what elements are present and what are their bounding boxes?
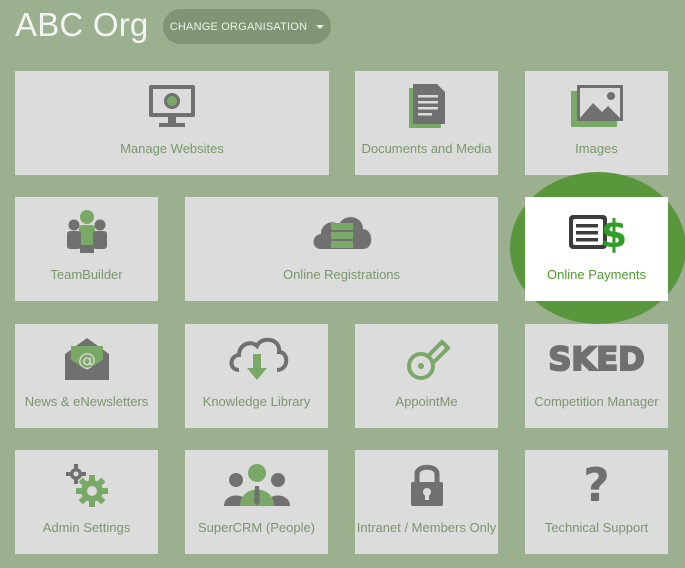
- question-glyph: ?: [583, 458, 610, 512]
- sked-logo: SKED: [525, 334, 668, 384]
- caret-down-icon: [316, 24, 325, 29]
- cloud-download-icon: [185, 334, 328, 384]
- tile-teambuilder[interactable]: TeamBuilder: [15, 197, 158, 301]
- dollar-glyph: $: [600, 212, 626, 255]
- tile-images[interactable]: Images: [525, 71, 668, 175]
- tile-label: SuperCRM (People): [197, 520, 316, 535]
- tile-knowledge-library[interactable]: Knowledge Library: [185, 324, 328, 428]
- tile-label: Knowledge Library: [202, 394, 311, 409]
- tile-label: Online Registrations: [282, 267, 401, 282]
- tile-news-enewsletters[interactable]: @ News & eNewsletters: [15, 324, 158, 428]
- document-icon: [355, 81, 498, 131]
- gears-icon: [15, 460, 158, 510]
- tile-label: Images: [575, 141, 618, 156]
- monitor-icon: [15, 81, 329, 131]
- lock-icon: [355, 460, 498, 510]
- tile-label: Technical Support: [544, 520, 649, 535]
- tile-label: Admin Settings: [42, 520, 131, 535]
- tile-appointme[interactable]: AppointMe: [355, 324, 498, 428]
- tile-label: TeamBuilder: [50, 267, 123, 282]
- whistle-icon: [355, 334, 498, 384]
- tile-label: Intranet / Members Only: [356, 520, 497, 535]
- cloud-server-icon: [185, 207, 498, 257]
- tile-label: Documents and Media: [361, 141, 492, 156]
- payment-icon: $: [525, 207, 668, 257]
- change-organisation-label: CHANGE ORGANISATION: [169, 20, 308, 33]
- tile-admin-settings[interactable]: Admin Settings: [15, 450, 158, 554]
- change-organisation-button[interactable]: CHANGE ORGANISATION: [163, 9, 331, 44]
- tile-label: Online Payments: [547, 267, 646, 282]
- envelope-icon: @: [15, 334, 158, 384]
- tile-manage-websites[interactable]: Manage Websites: [15, 71, 329, 175]
- tile-label: Competition Manager: [534, 394, 659, 409]
- image-icon: [525, 81, 668, 131]
- tile-label: AppointMe: [395, 394, 458, 409]
- tile-documents-media[interactable]: Documents and Media: [355, 71, 498, 175]
- tile-label: Manage Websites: [120, 141, 224, 156]
- team-icon: [15, 207, 158, 257]
- tile-supercrm[interactable]: SuperCRM (People): [185, 450, 328, 554]
- tile-technical-support[interactable]: ? Technical Support: [525, 450, 668, 554]
- org-title: ABC Org: [15, 6, 149, 43]
- tile-label: News & eNewsletters: [24, 394, 149, 409]
- tile-online-registrations[interactable]: Online Registrations: [185, 197, 498, 301]
- people-icon: [185, 460, 328, 510]
- tile-intranet[interactable]: Intranet / Members Only: [355, 450, 498, 554]
- tile-competition-manager[interactable]: SKED Competition Manager: [525, 324, 668, 428]
- tile-online-payments[interactable]: $ Online Payments: [525, 197, 668, 301]
- question-mark-icon: ?: [525, 460, 668, 510]
- sked-logo-text: SKED: [547, 339, 645, 379]
